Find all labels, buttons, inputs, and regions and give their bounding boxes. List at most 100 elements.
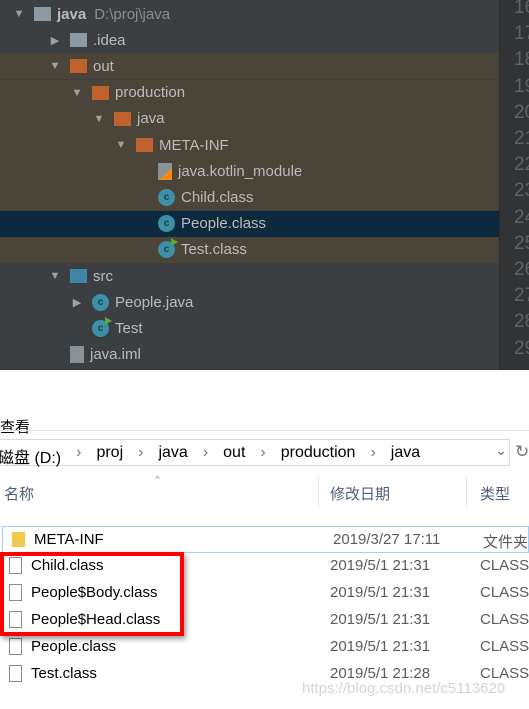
collapsed-arrow-icon[interactable]: ▶: [70, 296, 84, 309]
expanded-arrow-icon[interactable]: ▼: [48, 270, 62, 282]
column-header-type[interactable]: 类型: [480, 483, 510, 504]
file-date: 2019/5/1 21:31: [330, 611, 431, 628]
folder-icon: [12, 532, 25, 547]
tree-item-label: People.java: [115, 293, 194, 311]
file-date: 2019/5/1 21:31: [330, 584, 431, 601]
line-number: 18: [514, 49, 529, 71]
line-number: 24: [514, 206, 529, 228]
expanded-arrow-icon[interactable]: ▼: [12, 8, 26, 20]
line-number: 19: [514, 75, 529, 97]
expanded-arrow-icon[interactable]: ▼: [70, 87, 84, 99]
address-bar[interactable]: 磁盘 (D:) › proj › java › out › production › java ⌄: [0, 439, 510, 468]
excluded-folder-icon: [92, 85, 109, 100]
tree-item[interactable]: ▶ c People.java: [0, 289, 499, 315]
file-type: CLASS: [480, 638, 529, 655]
view-menu[interactable]: 查看: [0, 416, 30, 437]
expanded-arrow-icon[interactable]: ▼: [114, 139, 128, 151]
expanded-arrow-icon[interactable]: ▼: [92, 113, 106, 125]
tree-item-label: Test.class: [181, 241, 247, 259]
excluded-folder-icon: [136, 138, 153, 152]
module-folder-icon: [34, 7, 51, 21]
tree-item-label: java.kotlin_module: [178, 162, 303, 180]
tree-item-label: Child.class: [181, 188, 254, 206]
column-header-date[interactable]: 修改日期: [330, 483, 390, 504]
line-number: 16: [514, 0, 529, 18]
file-name: Test.class: [31, 665, 97, 682]
tree-item[interactable]: ▶cChild.class: [0, 184, 499, 211]
class-icon: c: [92, 293, 109, 311]
breadcrumb-item[interactable]: java: [391, 444, 420, 468]
tree-item[interactable]: ▶cTest: [0, 315, 499, 341]
folder-icon: [70, 33, 87, 48]
breadcrumb-item[interactable]: out: [223, 444, 245, 468]
tree-item[interactable]: ▼ java: [0, 105, 499, 132]
line-number: 17: [514, 23, 529, 45]
line-number: 21: [514, 128, 529, 149]
sort-ascending-icon: ⌃: [153, 475, 163, 487]
file-row[interactable]: META-INF 2019/3/27 17:11 文件夹: [2, 526, 529, 553]
tree-item[interactable]: ▼ META-INF: [0, 132, 499, 158]
tree-item[interactable]: ▶cPeople.class: [0, 210, 499, 237]
line-number: 28: [514, 311, 529, 333]
watermark: https://blog.csdn.net/c5113620: [302, 680, 506, 697]
tree-item-label: People.class: [181, 215, 267, 233]
breadcrumb-chevron-icon[interactable]: ›: [370, 444, 375, 468]
runnable-class-icon: c: [92, 316, 112, 337]
tree-item[interactable]: ▼ src: [0, 263, 499, 289]
tree-item[interactable]: ▼ java D:\proj\java: [0, 1, 499, 27]
class-icon: c: [158, 188, 175, 206]
ide-project-panel: ▼ java D:\proj\java ▶ .idea ▼ out ▼ production ▼ j…: [0, 0, 529, 370]
tree-item[interactable]: ▶java.iml: [0, 342, 499, 368]
column-header-name[interactable]: 名称: [4, 483, 34, 504]
tree-item-label: out: [93, 57, 114, 75]
line-number: 23: [514, 180, 529, 202]
file-type: CLASS: [480, 584, 529, 601]
chevron-down-icon[interactable]: ⌄: [495, 442, 507, 459]
tree-item[interactable]: ▶cTest.class: [0, 236, 499, 263]
excluded-folder-icon: [114, 111, 131, 126]
file-date: 2019/5/1 21:31: [330, 557, 431, 574]
line-number: 20: [514, 101, 529, 123]
file-row[interactable]: People.class 2019/5/1 21:31 CLASS: [0, 634, 529, 661]
breadcrumb-item[interactable]: proj: [96, 444, 123, 468]
tree-item[interactable]: ▶java.kotlin_module: [0, 158, 499, 185]
tree-item-label: META-INF: [159, 136, 229, 154]
file-type: 文件夹: [483, 534, 529, 551]
file-date: 2019/5/1 21:31: [330, 638, 431, 655]
expanded-arrow-icon[interactable]: ▼: [48, 60, 62, 72]
breadcrumb-item[interactable]: java: [158, 444, 187, 468]
column-divider: [318, 475, 319, 507]
file-explorer: 查看 磁盘 (D:) › proj › java › out › production › java…: [0, 370, 529, 709]
tree-item-label: java: [57, 5, 87, 23]
line-number: 29: [514, 337, 529, 359]
breadcrumb-chevron-icon[interactable]: ›: [260, 444, 265, 468]
file-name: People.class: [31, 638, 117, 655]
tree-item-label: java: [137, 110, 165, 128]
breadcrumb-item[interactable]: 磁盘 (D:): [0, 444, 61, 468]
file-icon: [9, 638, 22, 655]
file-type: CLASS: [480, 557, 529, 574]
file-date: 2019/3/27 17:11: [333, 531, 441, 548]
excluded-folder-icon: [70, 59, 87, 74]
tree-item[interactable]: ▶ .idea: [0, 27, 499, 53]
tree-item[interactable]: ▼ out: [0, 53, 499, 80]
red-highlight-box: [0, 552, 184, 636]
line-number: 25: [514, 232, 529, 254]
breadcrumb-chevron-icon[interactable]: ›: [76, 444, 81, 468]
tree-item-label: src: [93, 267, 113, 285]
line-number: 26: [514, 259, 529, 280]
breadcrumb-item[interactable]: production: [281, 444, 356, 468]
class-icon: c: [158, 215, 175, 233]
collapsed-arrow-icon[interactable]: ▶: [48, 34, 62, 47]
source-folder-icon: [70, 269, 87, 283]
line-number: 27: [514, 285, 529, 307]
file-icon: [9, 665, 22, 682]
refresh-icon[interactable]: ↻: [515, 442, 529, 462]
file-type: CLASS: [480, 611, 529, 628]
breadcrumb-chevron-icon[interactable]: ›: [138, 444, 143, 468]
divider: [0, 430, 529, 431]
breadcrumb-chevron-icon[interactable]: ›: [203, 444, 208, 468]
file-name: META-INF: [34, 531, 104, 548]
tree-item[interactable]: ▼ production: [0, 79, 499, 106]
tree-item-label: .idea: [93, 31, 126, 49]
